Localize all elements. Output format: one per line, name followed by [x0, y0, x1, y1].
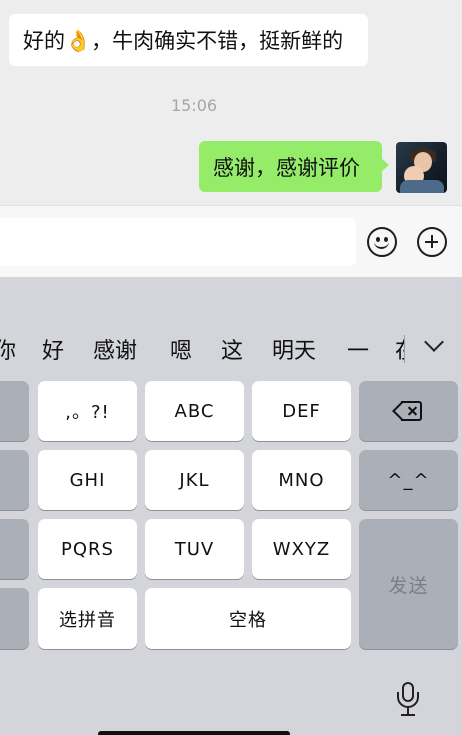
- abc-key[interactable]: ABC: [145, 381, 244, 441]
- smiley-face-icon[interactable]: [367, 227, 397, 257]
- mno-key[interactable]: MNO: [252, 450, 351, 510]
- select-pinyin-key[interactable]: 选拼音: [38, 588, 137, 649]
- candidate-word[interactable]: 你: [0, 333, 16, 365]
- candidate-word[interactable]: 感谢: [93, 333, 137, 365]
- jkl-key[interactable]: JKL: [145, 450, 244, 510]
- emoticon-key[interactable]: ^_^: [359, 450, 458, 510]
- left-side-key[interactable]: [0, 450, 29, 510]
- ghi-key[interactable]: GHI: [38, 450, 137, 510]
- candidate-word[interactable]: 嗯: [170, 333, 192, 365]
- chinese-nine-key-keyboard: 你 好 感谢 嗯 这 明天 一 在 ,。?! ABC DEF GHI JK: [0, 277, 462, 735]
- candidate-word[interactable]: 在: [395, 333, 404, 365]
- home-indicator[interactable]: [98, 731, 290, 735]
- candidate-word[interactable]: 这: [221, 333, 243, 365]
- backspace-icon: [392, 400, 424, 421]
- left-side-key[interactable]: [0, 381, 29, 441]
- message-input-bar: [0, 205, 462, 277]
- candidate-bar: 你 好 感谢 嗯 这 明天 一 在: [0, 323, 462, 375]
- def-key[interactable]: DEF: [252, 381, 351, 441]
- punctuation-key[interactable]: ,。?!: [38, 381, 137, 441]
- tuv-key[interactable]: TUV: [145, 519, 244, 579]
- left-side-key[interactable]: [0, 588, 29, 649]
- user-avatar[interactable]: [396, 142, 447, 193]
- chevron-down-icon[interactable]: [424, 332, 444, 352]
- chat-history[interactable]: 好的👌，牛肉确实不错，挺新鲜的 15:06 感谢，感谢评价: [0, 0, 462, 205]
- pqrs-key[interactable]: PQRS: [38, 519, 137, 579]
- candidate-divider: [404, 335, 405, 363]
- message-timestamp: 15:06: [170, 96, 218, 115]
- send-key[interactable]: 发送: [359, 519, 458, 649]
- microphone-icon[interactable]: [396, 682, 420, 718]
- candidate-word[interactable]: 一: [347, 333, 369, 365]
- wxyz-key[interactable]: WXYZ: [252, 519, 351, 579]
- left-side-key[interactable]: [0, 519, 29, 579]
- plus-circle-icon[interactable]: [417, 227, 447, 257]
- candidate-word[interactable]: 好: [42, 333, 64, 365]
- space-key[interactable]: 空格: [145, 588, 351, 649]
- message-input[interactable]: [0, 218, 356, 266]
- candidate-word[interactable]: 明天: [272, 333, 316, 365]
- received-message-bubble[interactable]: 好的👌，牛肉确实不错，挺新鲜的: [9, 14, 368, 66]
- backspace-key[interactable]: [359, 381, 458, 441]
- sent-message-bubble[interactable]: 感谢，感谢评价: [199, 141, 389, 192]
- chat-screen: 好的👌，牛肉确实不错，挺新鲜的 15:06 感谢，感谢评价 你 好 感谢 嗯 这: [0, 0, 462, 735]
